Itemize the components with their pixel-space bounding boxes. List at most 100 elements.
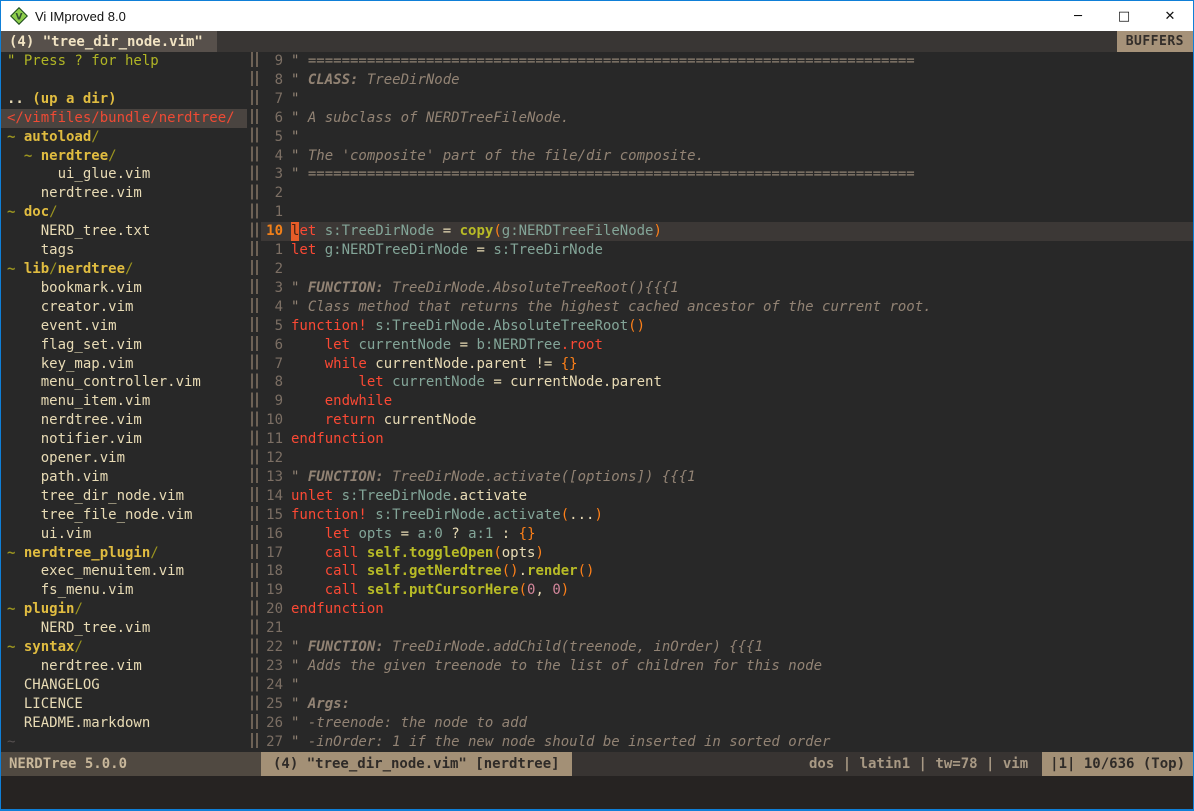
- tree-dir-autoload[interactable]: ~ autoload/: [1, 128, 247, 147]
- code-line[interactable]: 16 let opts = a:0 ? a:1 : {}: [261, 525, 1193, 544]
- code-line[interactable]: 23" Adds the given treenode to the list …: [261, 657, 1193, 676]
- tree-root-path[interactable]: </vimfiles/bundle/nerdtree/: [1, 109, 247, 128]
- code-line[interactable]: 9" =====================================…: [261, 52, 1193, 71]
- tab-tree-dir-node[interactable]: (4) "tree_dir_node.vim": [1, 31, 217, 52]
- tree-file-ui-glue[interactable]: ui_glue.vim: [1, 165, 247, 184]
- code-line[interactable]: 4" The 'composite' part of the file/dir …: [261, 147, 1193, 166]
- tree-file-tree-file-node[interactable]: tree_file_node.vim: [1, 506, 247, 525]
- line-number: 21: [261, 619, 283, 638]
- tree-dir-lib-nerdtree[interactable]: ~ lib/nerdtree/: [1, 260, 247, 279]
- code-token: (: [493, 544, 501, 563]
- tree-file-licence[interactable]: LICENCE: [1, 695, 247, 714]
- code-line[interactable]: 27" -inOrder: 1 if the new node should b…: [261, 733, 1193, 752]
- code-token: .root: [561, 336, 603, 355]
- status-file-format: dos | latin1 | tw=78 | vim: [572, 752, 1043, 776]
- tree-file-path[interactable]: path.vim: [1, 468, 247, 487]
- code-line[interactable]: 10let s:TreeDirNode = copy(g:NERDTreeFil…: [261, 222, 1193, 241]
- code-line[interactable]: 8" CLASS: TreeDirNode: [261, 71, 1193, 90]
- code-line[interactable]: 15function! s:TreeDirNode.activate(...): [261, 506, 1193, 525]
- nerdtree-panel[interactable]: " Press ? for help .. (up a dir)</vimfile…: [1, 52, 247, 752]
- code-line[interactable]: 5": [261, 128, 1193, 147]
- code-token: [291, 581, 325, 600]
- line-number: 25: [261, 695, 283, 714]
- code-line[interactable]: 2: [261, 260, 1193, 279]
- tree-file-opener[interactable]: opener.vim: [1, 449, 247, 468]
- code-line[interactable]: 26" -treenode: the node to add: [261, 714, 1193, 733]
- code-line[interactable]: 20endfunction: [261, 600, 1193, 619]
- code-line[interactable]: 24": [261, 676, 1193, 695]
- code-line[interactable]: 17 call self.toggleOpen(opts): [261, 544, 1193, 563]
- code-line[interactable]: 2: [261, 184, 1193, 203]
- tree-file-nerd-tree-vim[interactable]: NERD_tree.vim: [1, 619, 247, 638]
- code-line[interactable]: 22" FUNCTION: TreeDirNode.addChild(treen…: [261, 638, 1193, 657]
- separator-bar: [251, 52, 253, 752]
- tree-help-line[interactable]: " Press ? for help: [1, 52, 247, 71]
- code-token: Args:: [308, 695, 350, 714]
- code-line[interactable]: 25" Args:: [261, 695, 1193, 714]
- tree-dir-doc[interactable]: ~ doc/: [1, 203, 247, 222]
- code-line[interactable]: 14unlet s:TreeDirNode.activate: [261, 487, 1193, 506]
- tree-dir-nerdtree-plugin[interactable]: ~ nerdtree_plugin/: [1, 544, 247, 563]
- tree-dir-plugin[interactable]: ~ plugin/: [1, 600, 247, 619]
- tree-dir-autoload-nerdtree[interactable]: ~ nerdtree/: [1, 147, 247, 166]
- code-line[interactable]: 7 while currentNode.parent != {}: [261, 355, 1193, 374]
- code-line[interactable]: 3" =====================================…: [261, 165, 1193, 184]
- tree-file-notifier[interactable]: notifier.vim: [1, 430, 247, 449]
- tree-file-key-map[interactable]: key_map.vim: [1, 355, 247, 374]
- tree-file-readme[interactable]: README.markdown: [1, 714, 247, 733]
- code-line[interactable]: 1: [261, 203, 1193, 222]
- tree-filler[interactable]: ~: [1, 733, 247, 752]
- text-token: /: [49, 204, 57, 220]
- text-token: syntax: [24, 639, 75, 655]
- tree-file-ui[interactable]: ui.vim: [1, 525, 247, 544]
- code-line[interactable]: 6 let currentNode = b:NERDTree.root: [261, 336, 1193, 355]
- code-token: :: [493, 525, 518, 544]
- close-button[interactable]: ✕: [1147, 1, 1193, 31]
- minimize-button[interactable]: ─: [1055, 1, 1101, 31]
- tree-dir-syntax[interactable]: ~ syntax/: [1, 638, 247, 657]
- tree-file-autoload-nerdtree-vim[interactable]: nerdtree.vim: [1, 184, 247, 203]
- code-line[interactable]: 3" FUNCTION: TreeDirNode.AbsoluteTreeRoo…: [261, 279, 1193, 298]
- code-line[interactable]: 1let g:NERDTreeDirNode = s:TreeDirNode: [261, 241, 1193, 260]
- code-line[interactable]: 8 let currentNode = currentNode.parent: [261, 373, 1193, 392]
- tree-file-flag-set[interactable]: flag_set.vim: [1, 336, 247, 355]
- tree-file-menu-controller[interactable]: menu_controller.vim: [1, 373, 247, 392]
- code-token: opts: [358, 525, 392, 544]
- tree-file-tree-dir-node[interactable]: tree_dir_node.vim: [1, 487, 247, 506]
- code-line[interactable]: 7": [261, 90, 1193, 109]
- window-separator[interactable]: [247, 52, 261, 752]
- text-token: NERD_tree.txt: [7, 223, 150, 239]
- tree-file-exec-menuitem[interactable]: exec_menuitem.vim: [1, 562, 247, 581]
- tree-file-tags[interactable]: tags: [1, 241, 247, 260]
- code-line[interactable]: 5function! s:TreeDirNode.AbsoluteTreeRoo…: [261, 317, 1193, 336]
- code-line[interactable]: 11endfunction: [261, 430, 1193, 449]
- code-line[interactable]: 10 return currentNode: [261, 411, 1193, 430]
- code-line[interactable]: 19 call self.putCursorHere(0, 0): [261, 581, 1193, 600]
- code-line[interactable]: 4" Class method that returns the highest…: [261, 298, 1193, 317]
- tree-file-syntax-nerdtree-vim[interactable]: nerdtree.vim: [1, 657, 247, 676]
- title-bar[interactable]: V Vi IMproved 8.0 ─ □ ✕: [1, 1, 1193, 31]
- command-line[interactable]: [1, 776, 1193, 809]
- tree-file-event[interactable]: event.vim: [1, 317, 247, 336]
- code-line[interactable]: 9 endwhile: [261, 392, 1193, 411]
- tree-up-dir[interactable]: .. (up a dir): [1, 90, 247, 109]
- code-line[interactable]: 18 call self.getNerdtree().render(): [261, 562, 1193, 581]
- code-token: " ======================================…: [291, 165, 915, 184]
- line-number: 2: [261, 260, 283, 279]
- tree-file-menu-item[interactable]: menu_item.vim: [1, 392, 247, 411]
- code-area[interactable]: 9" =====================================…: [261, 52, 1193, 752]
- tree-file-nerd-tree-txt[interactable]: NERD_tree.txt: [1, 222, 247, 241]
- code-line[interactable]: 13" FUNCTION: TreeDirNode.activate([opti…: [261, 468, 1193, 487]
- tree-blank-line[interactable]: [1, 71, 247, 90]
- tree-file-fs-menu[interactable]: fs_menu.vim: [1, 581, 247, 600]
- code-line[interactable]: 12: [261, 449, 1193, 468]
- maximize-button[interactable]: □: [1101, 1, 1147, 31]
- code-token: ,: [535, 581, 552, 600]
- tree-file-changelog[interactable]: CHANGELOG: [1, 676, 247, 695]
- code-line[interactable]: 21: [261, 619, 1193, 638]
- tree-file-bookmark[interactable]: bookmark.vim: [1, 279, 247, 298]
- code-line[interactable]: 6" A subclass of NERDTreeFileNode.: [261, 109, 1193, 128]
- tree-file-creator[interactable]: creator.vim: [1, 298, 247, 317]
- tree-file-lib-nerdtree-vim[interactable]: nerdtree.vim: [1, 411, 247, 430]
- line-number: 4: [261, 147, 283, 166]
